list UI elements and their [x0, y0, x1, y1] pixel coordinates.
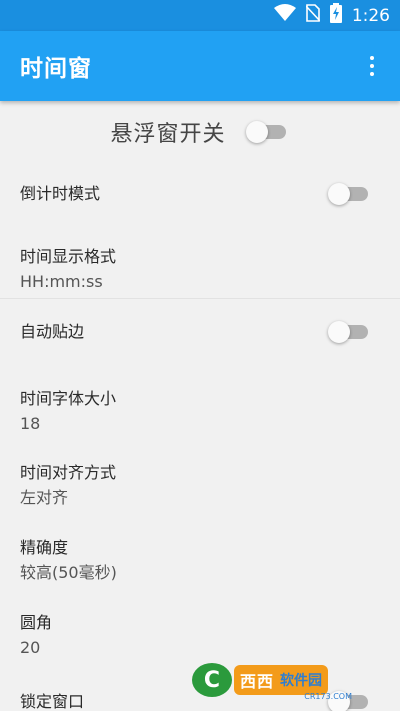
pref-summary: 左对齐	[20, 487, 69, 507]
pref-title: 时间字体大小	[20, 388, 117, 408]
pref-time-alignment[interactable]: 时间对齐方式 左对齐	[0, 457, 400, 513]
pref-summary: HH:mm:ss	[20, 271, 103, 291]
app-title: 时间窗	[20, 56, 92, 82]
floating-window-switch-label: 悬浮窗开关	[110, 122, 226, 147]
watermark-url: CR173.COM	[304, 692, 352, 701]
pref-title: 倒计时模式	[20, 184, 101, 203]
pref-countdown-mode[interactable]: 倒计时模式	[0, 171, 400, 217]
no-sim-icon	[305, 4, 321, 27]
pref-title: 时间对齐方式	[20, 462, 117, 482]
floating-window-switch-row[interactable]: 悬浮窗开关	[0, 101, 400, 163]
pref-title: 自动贴边	[20, 322, 85, 341]
status-bar: 1:26	[0, 0, 400, 31]
watermark-logo: C 西西 软件园 CR173.COM	[192, 661, 382, 701]
pref-title: 精确度	[20, 537, 69, 557]
pref-summary: 20	[20, 637, 41, 657]
floating-window-switch[interactable]	[245, 121, 290, 143]
pref-title: 锁定窗口	[20, 692, 85, 711]
battery-charging-icon	[329, 3, 342, 28]
overflow-menu-icon[interactable]	[352, 42, 392, 90]
pref-time-format[interactable]: 时间显示格式 HH:mm:ss	[0, 241, 400, 297]
pref-summary: 较高(50毫秒)	[20, 562, 117, 582]
watermark-logo-icon: C	[192, 663, 232, 697]
divider	[0, 298, 400, 299]
app-bar: 时间窗	[0, 31, 400, 101]
pref-precision[interactable]: 精确度 较高(50毫秒)	[0, 532, 400, 588]
pref-corner-radius[interactable]: 圆角 20	[0, 607, 400, 663]
countdown-mode-switch[interactable]	[328, 183, 372, 205]
auto-snap-edge-switch[interactable]	[328, 321, 372, 343]
status-time: 1:26	[351, 5, 390, 26]
watermark-brand: 西西	[240, 672, 275, 691]
pref-auto-snap-edge[interactable]: 自动贴边	[0, 309, 400, 355]
wifi-icon	[273, 4, 296, 27]
watermark-suffix: 软件园	[280, 673, 323, 689]
pref-font-size[interactable]: 时间字体大小 18	[0, 383, 400, 439]
pref-summary: 18	[20, 413, 41, 433]
pref-title: 圆角	[20, 612, 53, 632]
pref-title: 时间显示格式	[20, 246, 117, 266]
settings-list: 悬浮窗开关 倒计时模式 时间显示格式 HH:mm:ss 自动贴边 时间字体大小	[0, 101, 400, 711]
